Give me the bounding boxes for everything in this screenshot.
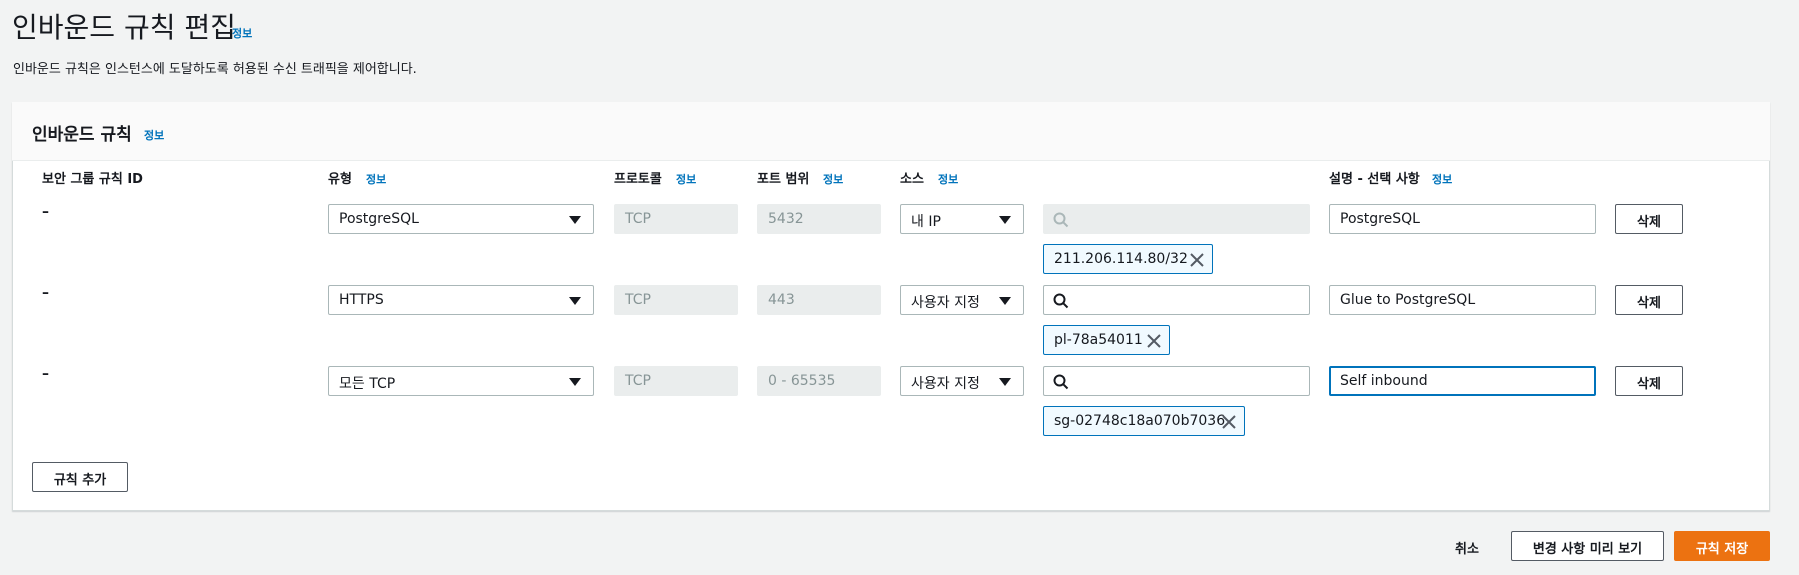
source-search-input[interactable] bbox=[1043, 285, 1310, 315]
delete-rule-button[interactable]: 삭제 bbox=[1615, 204, 1683, 234]
column-header-port-range: 포트 범위 bbox=[757, 172, 810, 187]
rule-id-value: – bbox=[42, 204, 49, 220]
caret-down-icon bbox=[999, 216, 1011, 224]
close-icon[interactable] bbox=[1189, 252, 1205, 272]
delete-rule-button[interactable]: 삭제 bbox=[1615, 366, 1683, 396]
column-header-type: 유형 bbox=[328, 172, 352, 187]
column-header-description: 설명 - 선택 사항 bbox=[1329, 172, 1420, 187]
type-select[interactable]: 모든 TCP bbox=[328, 366, 594, 396]
type-select-value: 모든 TCP bbox=[339, 376, 396, 392]
source-select-value: 사용자 지정 bbox=[911, 295, 980, 311]
source-select[interactable]: 사용자 지정 bbox=[900, 366, 1024, 396]
delete-rule-button[interactable]: 삭제 bbox=[1615, 285, 1683, 315]
type-select[interactable]: HTTPS bbox=[328, 285, 594, 315]
panel-title: 인바운드 규칙 bbox=[32, 125, 132, 145]
page-title-info-link[interactable]: 정보 bbox=[232, 25, 252, 41]
source-select[interactable]: 내 IP bbox=[900, 204, 1024, 234]
protocol-info-link[interactable]: 정보 bbox=[676, 171, 696, 187]
rule-id-value: – bbox=[42, 285, 49, 301]
source-token-label: pl-78a54011 bbox=[1054, 332, 1143, 348]
port-range-field: 0 - 65535 bbox=[757, 366, 881, 396]
source-search-input bbox=[1043, 204, 1310, 234]
add-rule-button[interactable]: 규칙 추가 bbox=[32, 462, 128, 492]
inbound-rules-panel-header bbox=[12, 102, 1770, 161]
caret-down-icon bbox=[569, 378, 581, 386]
source-select-value: 내 IP bbox=[911, 214, 941, 230]
page-title-text: 인바운드 규칙 편집 bbox=[12, 11, 236, 44]
preview-changes-button[interactable]: 변경 사항 미리 보기 bbox=[1511, 531, 1664, 561]
source-select-value: 사용자 지정 bbox=[911, 376, 980, 392]
port-range-info-link[interactable]: 정보 bbox=[823, 171, 843, 187]
caret-down-icon bbox=[999, 297, 1011, 305]
column-header-protocol: 프로토콜 bbox=[614, 172, 662, 187]
description-info-link[interactable]: 정보 bbox=[1432, 171, 1452, 187]
search-icon bbox=[1053, 212, 1069, 228]
page-title: 인바운드 규칙 편집 bbox=[12, 6, 236, 46]
search-icon bbox=[1053, 293, 1069, 309]
column-header-source: 소스 bbox=[900, 172, 924, 187]
protocol-field: TCP bbox=[614, 204, 738, 234]
caret-down-icon bbox=[999, 378, 1011, 386]
port-range-field: 5432 bbox=[757, 204, 881, 234]
source-token-label: sg-02748c18a070b7036 bbox=[1054, 413, 1226, 429]
column-header-rule-id: 보안 그룹 규칙 ID bbox=[42, 172, 143, 187]
type-info-link[interactable]: 정보 bbox=[366, 171, 386, 187]
panel-title-info-link[interactable]: 정보 bbox=[144, 127, 164, 143]
rule-id-value: – bbox=[42, 366, 49, 382]
save-rules-button[interactable]: 규칙 저장 bbox=[1674, 531, 1770, 561]
type-select-value: PostgreSQL bbox=[339, 211, 419, 227]
source-token: sg-02748c18a070b7036 bbox=[1043, 406, 1245, 436]
type-select[interactable]: PostgreSQL bbox=[328, 204, 594, 234]
protocol-field: TCP bbox=[614, 285, 738, 315]
close-icon[interactable] bbox=[1146, 333, 1162, 353]
description-input[interactable]: Glue to PostgreSQL bbox=[1329, 285, 1596, 315]
source-token: 211.206.114.80/32 bbox=[1043, 244, 1213, 274]
type-select-value: HTTPS bbox=[339, 292, 384, 308]
source-info-link[interactable]: 정보 bbox=[938, 171, 958, 187]
port-range-field: 443 bbox=[757, 285, 881, 315]
source-select[interactable]: 사용자 지정 bbox=[900, 285, 1024, 315]
page-description: 인바운드 규칙은 인스턴스에 도달하도록 허용된 수신 트래픽을 제어합니다. bbox=[13, 62, 417, 77]
caret-down-icon bbox=[569, 297, 581, 305]
protocol-field: TCP bbox=[614, 366, 738, 396]
description-input[interactable]: PostgreSQL bbox=[1329, 204, 1596, 234]
caret-down-icon bbox=[569, 216, 581, 224]
search-icon bbox=[1053, 374, 1069, 390]
close-icon[interactable] bbox=[1221, 414, 1237, 434]
cancel-button[interactable]: 취소 bbox=[1455, 538, 1479, 557]
source-token: pl-78a54011 bbox=[1043, 325, 1170, 355]
source-token-label: 211.206.114.80/32 bbox=[1054, 251, 1188, 267]
description-input[interactable]: Self inbound bbox=[1329, 366, 1596, 396]
source-search-input[interactable] bbox=[1043, 366, 1310, 396]
